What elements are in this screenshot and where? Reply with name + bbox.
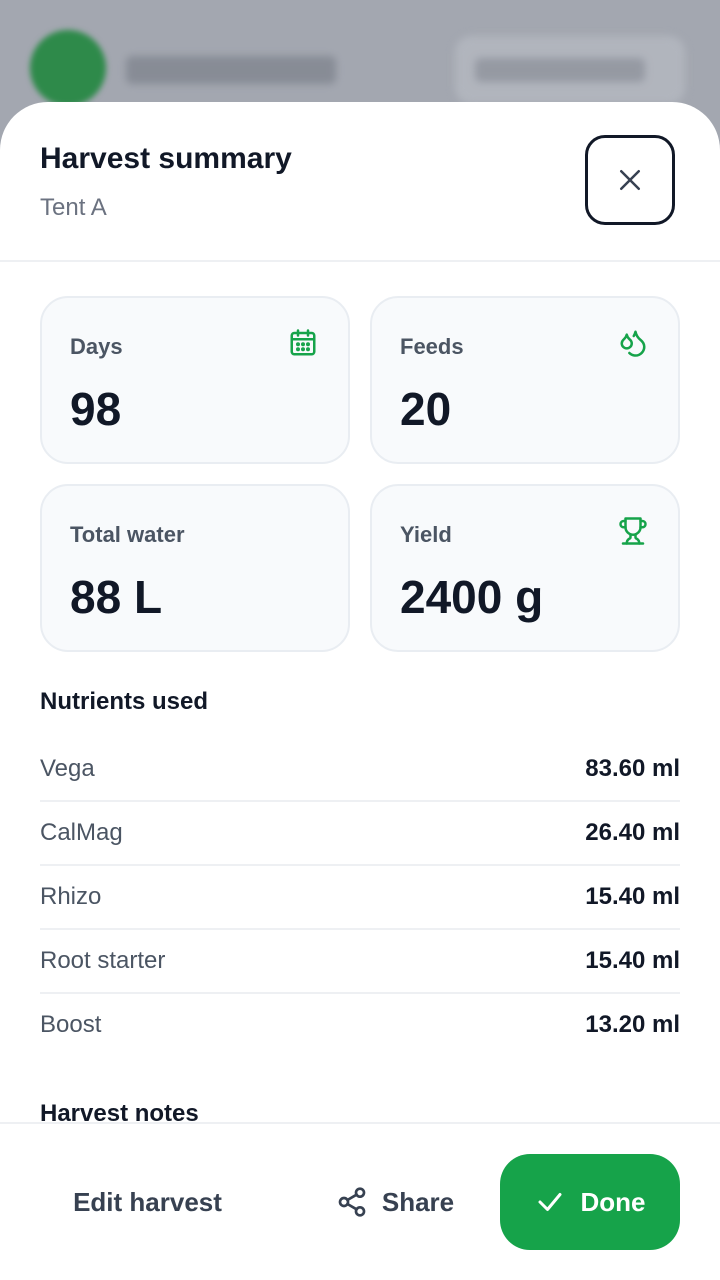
stat-card-days: Days 98 — [40, 296, 350, 464]
nutrient-name: Rhizo — [40, 883, 102, 910]
trophy-icon — [619, 517, 647, 545]
stat-card-feeds: Feeds 20 — [370, 296, 680, 464]
stat-value: 98 — [70, 383, 122, 435]
share-label: Share — [381, 1186, 455, 1217]
nutrient-name: Vega — [40, 755, 95, 782]
page-title: Harvest summary — [40, 142, 292, 175]
nutrient-amount: 15.40 ml — [585, 883, 680, 910]
droplets-icon — [620, 330, 646, 357]
done-button[interactable]: Done — [500, 1154, 680, 1250]
nutrient-name: Boost — [40, 1011, 102, 1038]
stat-card-yield: Yield 2400 g — [370, 484, 680, 652]
list-item: Root starter 15.40 ml — [40, 930, 680, 994]
nutrient-amount: 13.20 ml — [585, 1011, 680, 1038]
nutrient-amount: 26.40 ml — [585, 819, 680, 846]
page-subtitle: Tent A — [40, 194, 107, 221]
stat-value: 20 — [400, 383, 452, 435]
stat-value: 88 L — [70, 571, 163, 623]
nutrient-amount: 83.60 ml — [585, 755, 680, 782]
stat-card-total-water: Total water 88 L — [40, 484, 350, 652]
nutrients-section-title: Nutrients used — [40, 688, 209, 715]
close-icon — [620, 170, 640, 190]
share-icon — [338, 1187, 366, 1217]
nutrient-name: CalMag — [40, 819, 123, 846]
nutrient-name: Root starter — [40, 947, 166, 974]
sheet-footer: Edit harvest Share Done — [0, 1122, 720, 1280]
nutrient-amount: 15.40 ml — [585, 947, 680, 974]
sheet-header: Harvest summary Tent A — [0, 102, 720, 262]
check-icon — [538, 1193, 561, 1211]
background-title — [126, 56, 336, 84]
nutrients-list: Vega 83.60 ml CalMag 26.40 ml Rhizo 15.4… — [40, 738, 680, 1058]
list-item: Vega 83.60 ml — [40, 738, 680, 802]
calendar-icon — [290, 329, 316, 356]
avatar — [30, 30, 106, 106]
stat-label: Total water — [70, 522, 185, 547]
list-item: CalMag 26.40 ml — [40, 802, 680, 866]
background-filter-label — [475, 58, 645, 82]
stat-label: Feeds — [400, 334, 464, 359]
share-button[interactable]: Share — [320, 1154, 470, 1250]
stat-label: Days — [70, 334, 123, 359]
close-button[interactable] — [585, 135, 675, 225]
list-item: Rhizo 15.40 ml — [40, 866, 680, 930]
done-label: Done — [580, 1186, 646, 1217]
stat-label: Yield — [400, 522, 452, 547]
edit-harvest-button[interactable]: Edit harvest — [40, 1154, 255, 1250]
list-item: Boost 13.20 ml — [40, 994, 680, 1058]
harvest-summary-sheet: Harvest summary Tent A Days 98 Feeds 20 — [0, 102, 720, 1280]
stat-value: 2400 g — [400, 571, 544, 623]
